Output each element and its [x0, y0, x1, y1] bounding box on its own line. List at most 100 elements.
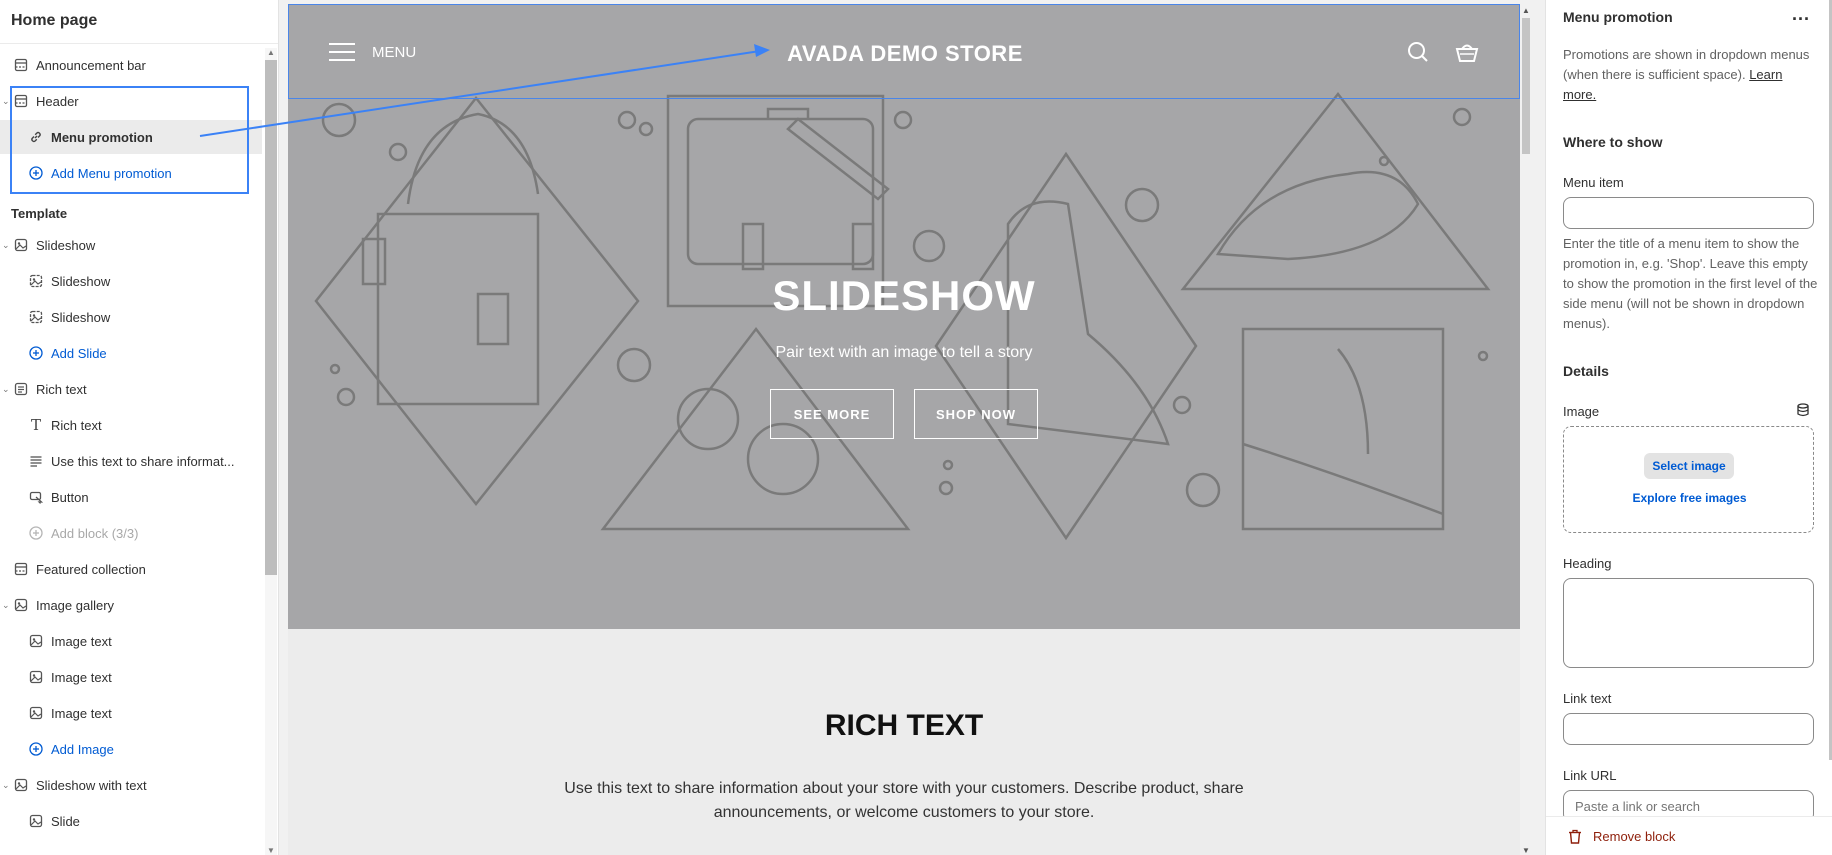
chevron-down-icon[interactable]: ⌄: [2, 600, 10, 611]
link-text-input[interactable]: [1563, 713, 1814, 745]
scrollbar-thumb[interactable]: [1522, 18, 1530, 154]
chevron-down-icon[interactable]: ⌄: [2, 780, 10, 791]
scroll-down-icon[interactable]: ▼: [1522, 846, 1530, 855]
section-icon: [14, 562, 28, 576]
item-label: Add Slide: [51, 345, 107, 361]
more-options-icon[interactable]: ...: [1792, 4, 1810, 25]
heading-label: Heading: [1563, 556, 1612, 571]
item-label: Image text: [51, 669, 112, 685]
sections-sidebar: Home page Announcement bar ⌄ Header Menu…: [0, 0, 279, 855]
paragraph-icon: [29, 454, 43, 468]
theme-editor: Home page Announcement bar ⌄ Header Menu…: [0, 0, 1832, 855]
store-preview: MENU AVADA DEMO STORE SLIDESHOW Pair tex…: [288, 4, 1520, 855]
item-label: Slideshow: [51, 309, 111, 325]
scroll-down-icon[interactable]: ▼: [267, 846, 275, 855]
block-slide[interactable]: Slideshow: [0, 300, 262, 334]
menu-item-input[interactable]: [1563, 197, 1814, 229]
sidebar-scrollbar[interactable]: ▲ ▼: [265, 48, 277, 855]
item-label: Use this text to share informat...: [51, 453, 235, 469]
add-image-button[interactable]: Add Image: [0, 732, 262, 766]
image-icon: [29, 706, 43, 720]
heading-textarea[interactable]: [1563, 578, 1814, 668]
slideshow-icon: [14, 238, 28, 252]
preview-scrollbar[interactable]: ▲ ▼: [1520, 4, 1532, 855]
menu-item-help: Enter the title of a menu item to show t…: [1563, 236, 1818, 331]
settings-panel: Menu promotion ... Promotions are shown …: [1545, 0, 1832, 855]
cart-icon[interactable]: [1455, 41, 1479, 63]
select-image-button[interactable]: Select image: [1644, 453, 1734, 479]
chevron-down-icon[interactable]: ⌄: [2, 96, 10, 107]
trash-icon: [1569, 829, 1581, 844]
image-picker: Select image Explore free images: [1563, 426, 1814, 533]
block-button[interactable]: Button: [0, 480, 262, 514]
chevron-down-icon[interactable]: ⌄: [2, 240, 10, 251]
section-slideshow-with-text[interactable]: ⌄ Slideshow with text: [0, 768, 262, 802]
section-announcement-bar[interactable]: Announcement bar: [0, 48, 262, 82]
section-icon: [14, 58, 28, 72]
plus-circle-icon: [29, 346, 43, 360]
item-label: Add Image: [51, 741, 114, 757]
image-label: Image: [1563, 404, 1600, 419]
slideshow-subheading: Pair text with an image to tell a story: [775, 344, 1033, 361]
dynamic-source-icon[interactable]: [1796, 403, 1810, 417]
plus-circle-icon: [29, 742, 43, 756]
chevron-down-icon[interactable]: ⌄: [2, 384, 10, 395]
explore-free-images-link[interactable]: Explore free images: [1564, 491, 1815, 505]
button-icon: [29, 490, 43, 504]
panel-title: Menu promotion: [1563, 9, 1673, 25]
block-paragraph[interactable]: Use this text to share informat...: [0, 444, 262, 478]
template-group-label: Template: [11, 206, 68, 221]
search-icon[interactable]: [1407, 41, 1429, 63]
rich-text-paragraph: Use this text to share information about…: [564, 780, 1244, 821]
image-icon: [29, 670, 43, 684]
section-rich-text[interactable]: ⌄ Rich text: [0, 372, 262, 406]
block-heading[interactable]: T Rich text: [0, 408, 262, 442]
block-image-text[interactable]: Image text: [0, 660, 262, 694]
block-slide[interactable]: Slide: [0, 804, 262, 838]
scrollbar-thumb[interactable]: [265, 60, 277, 575]
panel-footer: Remove block: [1546, 816, 1832, 855]
image-icon: [29, 814, 43, 828]
item-label: Add block (3/3): [51, 525, 139, 541]
item-label: Slide: [51, 813, 80, 829]
image-icon: [29, 634, 43, 648]
image-icon: [29, 274, 43, 288]
shop-now-button[interactable]: SHOP NOW: [914, 389, 1038, 439]
scroll-up-icon[interactable]: ▲: [1522, 6, 1530, 15]
store-header[interactable]: MENU AVADA DEMO STORE: [288, 4, 1520, 99]
header-icons: [1407, 41, 1479, 63]
plus-circle-icon: [29, 526, 43, 540]
slideshow-heading: SLIDESHOW: [772, 272, 1036, 319]
link-text-label: Link text: [1563, 691, 1612, 706]
panel-description: Promotions are shown in dropdown menus (…: [1563, 47, 1810, 102]
block-slide[interactable]: Slideshow: [0, 264, 262, 298]
type-icon: T: [30, 416, 41, 434]
menu-item-label: Menu item: [1563, 175, 1624, 190]
page-title: Home page: [0, 0, 278, 44]
slideshow-section[interactable]: MENU AVADA DEMO STORE SLIDESHOW Pair tex…: [288, 4, 1520, 629]
store-logo-text[interactable]: AVADA DEMO STORE: [289, 41, 1520, 67]
remove-block-button[interactable]: Remove block: [1568, 829, 1675, 844]
item-label: Rich text: [51, 417, 102, 433]
item-label: Slideshow: [51, 273, 111, 289]
slideshow-icon: [14, 778, 28, 792]
section-image-gallery[interactable]: ⌄ Image gallery: [0, 588, 262, 622]
item-label: Slideshow with text: [36, 777, 147, 793]
block-image-text[interactable]: Image text: [0, 696, 262, 730]
remove-block-label: Remove block: [1593, 829, 1676, 844]
annotation-highlight-box: [10, 86, 249, 194]
item-label: Image text: [51, 705, 112, 721]
add-block-button[interactable]: Add block (3/3): [0, 516, 262, 550]
item-label: Slideshow: [36, 237, 96, 253]
item-label: Image text: [51, 633, 112, 649]
scroll-up-icon[interactable]: ▲: [267, 48, 275, 57]
where-to-show-heading: Where to show: [1563, 134, 1663, 150]
see-more-button[interactable]: SEE MORE: [770, 389, 894, 439]
add-slide-button[interactable]: Add Slide: [0, 336, 262, 370]
rich-text-section[interactable]: RICH TEXT Use this text to share informa…: [288, 629, 1520, 855]
image-icon: [29, 310, 43, 324]
link-url-label: Link URL: [1563, 768, 1617, 783]
block-image-text[interactable]: Image text: [0, 624, 262, 658]
section-slideshow[interactable]: ⌄ Slideshow: [0, 228, 262, 262]
section-featured-collection[interactable]: Featured collection: [0, 552, 262, 586]
